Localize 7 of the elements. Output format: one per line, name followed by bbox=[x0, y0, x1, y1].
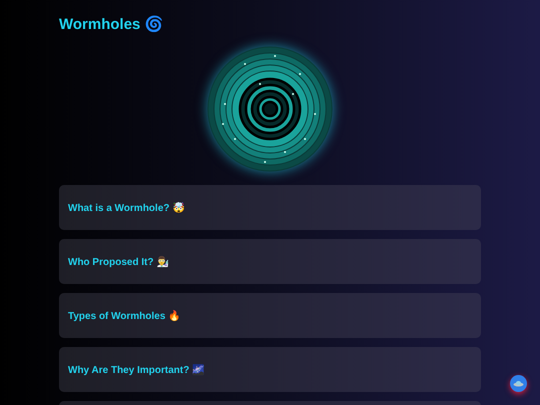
accordion-header[interactable]: What is a Wormhole? 🤯 bbox=[59, 185, 481, 230]
ufo-button[interactable] bbox=[510, 375, 527, 392]
page-title: Wormholes 🌀 bbox=[59, 15, 165, 35]
accordion-header[interactable]: Who Proposed It? 👨‍🔬 bbox=[59, 239, 481, 284]
accordion-header[interactable]: Why Are They Important? 🌌 bbox=[59, 347, 481, 392]
accordion-header[interactable]: Types of Wormholes 🔥 bbox=[59, 293, 481, 338]
ufo-icon bbox=[513, 380, 524, 387]
